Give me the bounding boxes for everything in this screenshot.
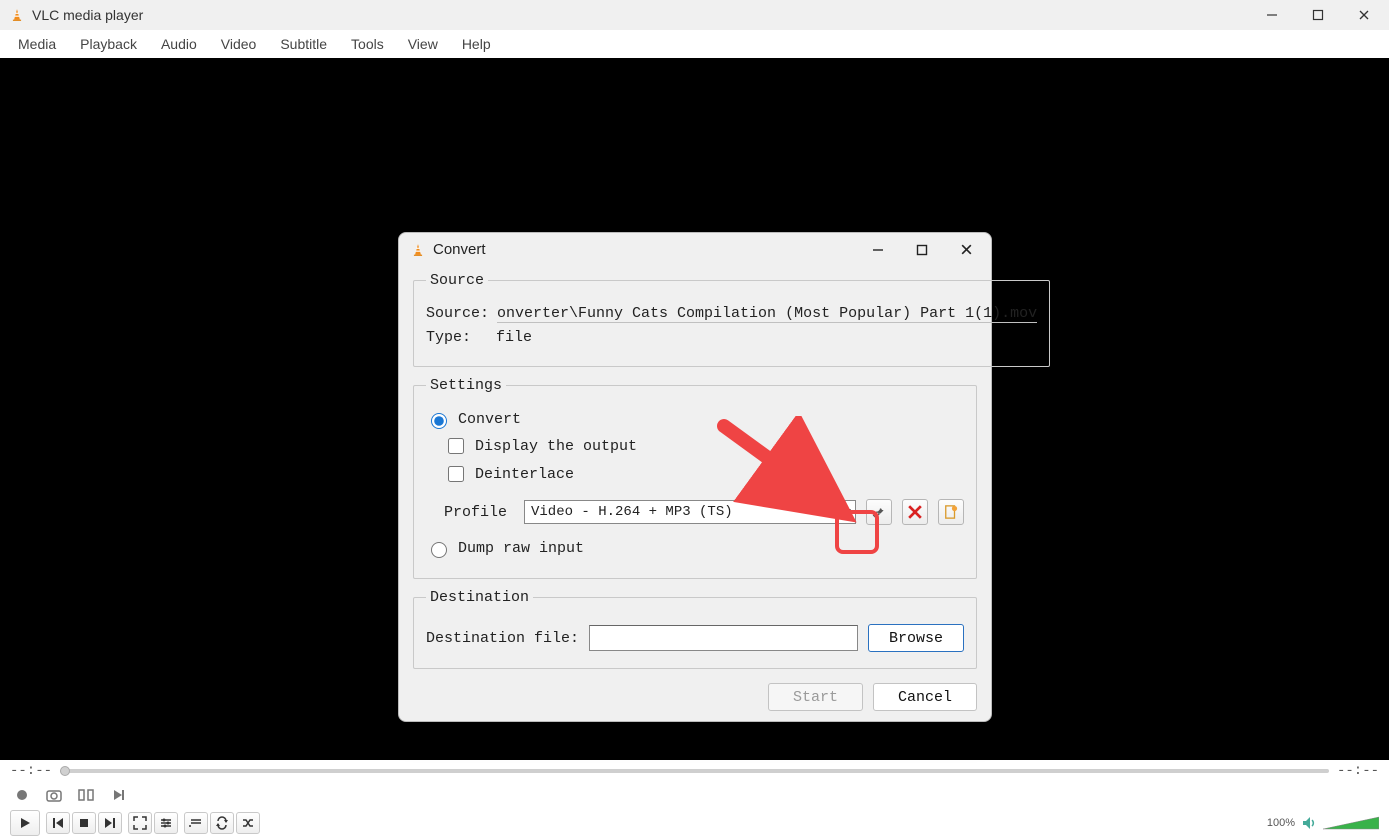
- window-maximize-button[interactable]: [1295, 0, 1341, 30]
- settings-legend: Settings: [426, 377, 506, 394]
- toolbar-row-2: 100%: [0, 808, 1389, 838]
- menu-video[interactable]: Video: [209, 32, 269, 56]
- profile-label: Profile: [444, 504, 514, 521]
- deinterlace-check-label: Deinterlace: [475, 466, 574, 483]
- settings-group: Settings Convert Display the output Dein…: [413, 377, 977, 579]
- volume-label: 100%: [1267, 817, 1295, 829]
- source-group: Source Source: onverter\Funny Cats Compi…: [413, 272, 1050, 367]
- fullscreen-button[interactable]: [128, 812, 152, 834]
- window-title: VLC media player: [32, 7, 143, 23]
- seek-slider[interactable]: [60, 769, 1329, 773]
- title-area: VLC media player: [10, 7, 1249, 23]
- new-document-icon: [944, 505, 958, 519]
- convert-dialog: Convert Source Source: onverter\Funny Ca…: [398, 232, 992, 722]
- dump-raw-radio-label: Dump raw input: [458, 540, 584, 557]
- menubar: Media Playback Audio Video Subtitle Tool…: [0, 30, 1389, 58]
- destination-label: Destination file:: [426, 630, 579, 647]
- menu-subtitle[interactable]: Subtitle: [268, 32, 339, 56]
- toolbar-row-1: [0, 782, 1389, 808]
- dialog-title: Convert: [433, 241, 486, 258]
- shuffle-button[interactable]: [236, 812, 260, 834]
- seekbar-row: --:-- --:--: [0, 760, 1389, 782]
- convert-radio-label: Convert: [458, 411, 521, 428]
- menu-tools[interactable]: Tools: [339, 32, 396, 56]
- dialog-minimize-button[interactable]: [857, 235, 899, 265]
- deinterlace-check-input[interactable]: [448, 466, 464, 482]
- video-area: Convert Source Source: onverter\Funny Ca…: [0, 58, 1389, 760]
- titlebar: VLC media player: [0, 0, 1389, 30]
- menu-media[interactable]: Media: [6, 32, 68, 56]
- display-output-check[interactable]: Display the output: [444, 435, 964, 457]
- new-profile-button[interactable]: [938, 499, 964, 525]
- window-controls: [1249, 0, 1387, 30]
- deinterlace-check[interactable]: Deinterlace: [444, 463, 964, 485]
- dump-raw-radio-input[interactable]: [431, 542, 447, 558]
- playlist-button[interactable]: [184, 812, 208, 834]
- type-label: Type:: [426, 329, 488, 346]
- window-close-button[interactable]: [1341, 0, 1387, 30]
- start-button[interactable]: Start: [768, 683, 863, 711]
- convert-radio[interactable]: Convert: [426, 410, 964, 429]
- destination-file-input[interactable]: [589, 625, 858, 651]
- dump-raw-radio[interactable]: Dump raw input: [426, 539, 964, 558]
- source-legend: Source: [426, 272, 488, 289]
- profile-combobox[interactable]: Video - H.264 + MP3 (TS): [524, 500, 856, 524]
- record-button[interactable]: [10, 784, 34, 806]
- menu-help[interactable]: Help: [450, 32, 503, 56]
- browse-button[interactable]: Browse: [868, 624, 964, 652]
- menu-playback[interactable]: Playback: [68, 32, 149, 56]
- next-button[interactable]: [98, 812, 122, 834]
- volume-area: 100%: [1267, 815, 1379, 831]
- destination-legend: Destination: [426, 589, 533, 606]
- menu-view[interactable]: View: [396, 32, 450, 56]
- profile-value: Video - H.264 + MP3 (TS): [531, 504, 733, 520]
- source-label: Source:: [426, 305, 489, 322]
- seek-thumb[interactable]: [60, 766, 70, 776]
- speaker-icon[interactable]: [1301, 815, 1317, 831]
- display-output-check-input[interactable]: [448, 438, 464, 454]
- cancel-button[interactable]: Cancel: [873, 683, 977, 711]
- play-button[interactable]: [10, 810, 40, 836]
- dialog-maximize-button[interactable]: [901, 235, 943, 265]
- frame-step-button[interactable]: [106, 784, 130, 806]
- convert-radio-input[interactable]: [431, 413, 447, 429]
- menu-audio[interactable]: Audio: [149, 32, 209, 56]
- source-path: onverter\Funny Cats Compilation (Most Po…: [497, 305, 1037, 323]
- chevron-down-icon: [841, 507, 851, 517]
- previous-button[interactable]: [46, 812, 70, 834]
- edit-profile-button[interactable]: [866, 499, 892, 525]
- wrench-icon: [871, 504, 887, 520]
- dialog-titlebar: Convert: [399, 233, 991, 266]
- destination-group: Destination Destination file: Browse: [413, 589, 977, 669]
- atob-loop-button[interactable]: [74, 784, 98, 806]
- window-minimize-button[interactable]: [1249, 0, 1295, 30]
- dialog-actions: Start Cancel: [413, 683, 977, 711]
- snapshot-button[interactable]: [42, 784, 66, 806]
- volume-slider[interactable]: [1323, 815, 1379, 831]
- stop-button[interactable]: [72, 812, 96, 834]
- vlc-cone-icon: [411, 243, 425, 257]
- dialog-close-button[interactable]: [945, 235, 987, 265]
- type-value: file: [496, 329, 1037, 346]
- display-output-check-label: Display the output: [475, 438, 637, 455]
- dialog-body: Source Source: onverter\Funny Cats Compi…: [399, 266, 991, 721]
- x-icon: [908, 505, 922, 519]
- loop-button[interactable]: [210, 812, 234, 834]
- delete-profile-button[interactable]: [902, 499, 928, 525]
- time-total: --:--: [1337, 763, 1379, 779]
- vlc-cone-icon: [10, 8, 24, 22]
- time-elapsed: --:--: [10, 763, 52, 779]
- extended-settings-button[interactable]: [154, 812, 178, 834]
